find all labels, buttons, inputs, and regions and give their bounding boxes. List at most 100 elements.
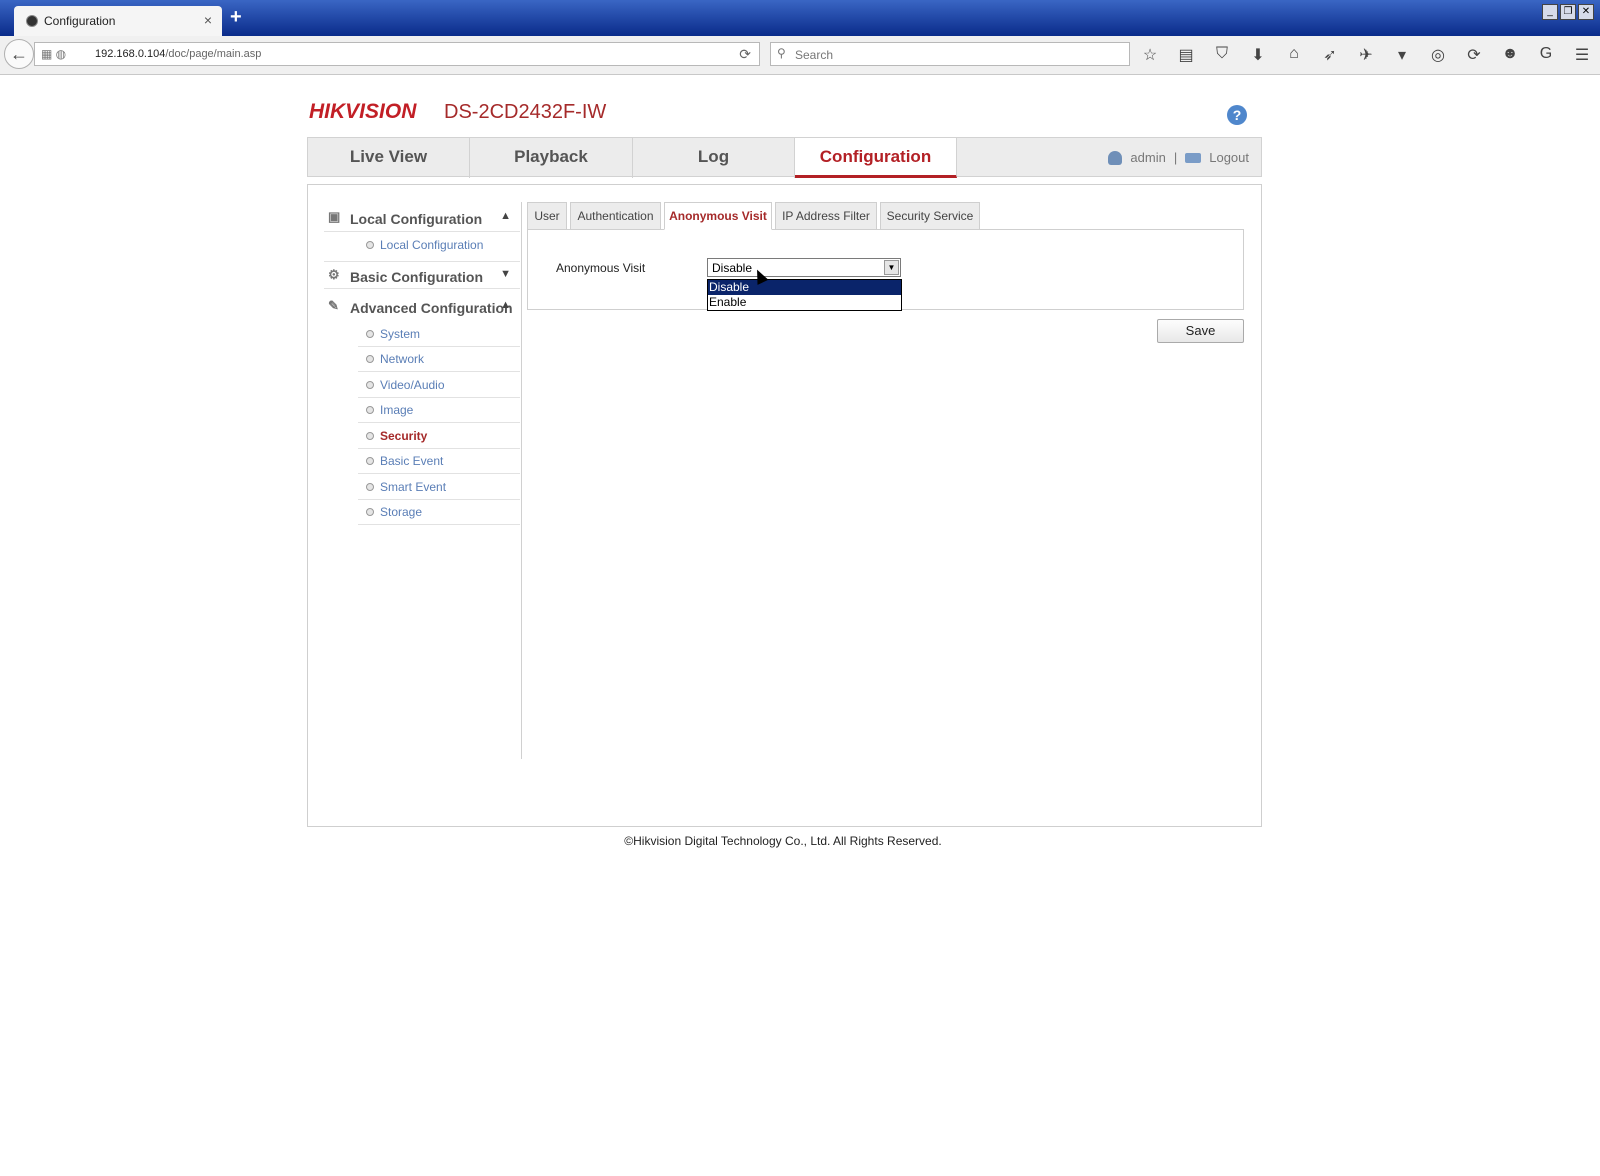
sidebar: ▣ Local Configuration ▲ Local Configurat… [324,202,522,759]
reading-list-icon[interactable]: ▤ [1176,45,1196,65]
chevron-up-icon[interactable]: ▲ [500,299,511,311]
sidebar-item-label: Image [380,403,414,417]
bookmark-star-icon[interactable]: ☆ [1140,45,1160,65]
sidebar-item-local-configuration[interactable]: Local Configuration [358,233,520,258]
sidebar-item-label: Network [380,352,425,366]
anonymous-visit-options: Disable Enable [707,279,902,311]
sidebar-item-smart-event[interactable]: Smart Event [358,475,520,500]
download-icon[interactable]: ⬇ [1248,45,1268,65]
save-button[interactable]: Save [1157,319,1244,343]
home-icon[interactable]: ⌂ [1284,45,1304,65]
tab-title: Configuration [44,14,116,28]
search-input[interactable]: ⚲ Search [770,42,1130,66]
option-enable[interactable]: Enable [708,295,901,310]
extension-drop-icon[interactable]: ◎ [1428,45,1448,65]
sidebar-item-system[interactable]: System [358,322,520,347]
close-window-button[interactable]: ✕ [1578,4,1594,20]
bullet-icon [366,483,374,491]
browser-navbar: ▦ ◍ 192.168.0.104/doc/page/main.asp ⟳ ← … [0,36,1600,75]
section-label: Local Configuration [350,211,483,227]
gear-icon: ⚙ [328,267,340,282]
sidebar-item-network[interactable]: Network [358,347,520,372]
username: admin [1130,150,1166,165]
sidebar-item-image[interactable]: Image [358,398,520,423]
sidebar-item-storage[interactable]: Storage [358,500,520,525]
anonymous-visit-select[interactable]: Disable ▼ [707,258,901,277]
sidebar-section-advanced[interactable]: ✎ Advanced Configuration ▲ [324,293,520,321]
minimize-button[interactable]: _ [1542,4,1558,20]
tab-anonymous-visit[interactable]: Anonymous Visit [664,202,772,230]
url-bar[interactable]: ▦ ◍ 192.168.0.104/doc/page/main.asp ⟳ [34,42,760,66]
pocket-icon[interactable]: ⛉ [1212,45,1232,65]
nav-log[interactable]: Log [633,138,795,178]
bullet-icon [366,355,374,363]
extension-chat-icon[interactable]: ☻ [1500,45,1520,65]
logout-icon[interactable] [1185,152,1202,163]
logout-link[interactable]: Logout [1209,150,1249,165]
chevron-down-icon[interactable]: ▼ [500,268,511,280]
dropdown-arrow-icon[interactable]: ▼ [884,260,899,275]
url-text: 192.168.0.104/doc/page/main.asp [95,48,261,60]
option-disable[interactable]: Disable [708,280,901,295]
sidebar-item-label: Security [380,429,428,443]
extension-sync-icon[interactable]: ⟳ [1464,45,1484,65]
chevron-up-icon[interactable]: ▲ [500,210,511,222]
section-label: Basic Configuration [350,269,484,285]
sidebar-item-label: Video/Audio [380,378,445,392]
search-placeholder: Search [795,48,834,62]
bullet-icon [366,508,374,516]
bullet-icon [366,432,374,440]
browser-tab[interactable]: Configuration × [14,6,222,36]
tab-user[interactable]: User [527,202,567,230]
nav-playback[interactable]: Playback [470,138,633,178]
tab-close-icon[interactable]: × [204,12,212,28]
reload-icon[interactable]: ⟳ [739,46,751,63]
main-nav: Live View Playback Log Configuration adm… [307,137,1262,178]
section-label: Advanced Configuration [350,300,513,316]
tab-ip-address-filter[interactable]: IP Address Filter [775,202,877,230]
back-button[interactable]: ← [4,39,34,69]
bullet-icon [366,241,374,249]
select-value: Disable [712,261,753,275]
sidebar-item-security[interactable]: Security [358,424,520,449]
separator: | [1173,150,1178,165]
favicon-icon [26,15,38,27]
nav-configuration[interactable]: Configuration [795,138,957,178]
tab-authentication[interactable]: Authentication [570,202,661,230]
user-icon [1108,150,1123,165]
sidebar-item-basic-event[interactable]: Basic Event [358,449,520,474]
url-host: 192.168.0.104 [95,48,166,60]
browser-titlebar: Configuration × + _ ❐ ✕ [0,0,1600,36]
device-model: DS-2CD2432F-IW [444,101,607,123]
restore-button[interactable]: ❐ [1560,4,1576,20]
bullet-icon [366,330,374,338]
toolbar-icons: ☆ ▤ ⛉ ⬇ ⌂ ➶ ✈ ▾ ◎ ⟳ ☻ G ☰ [1140,45,1592,65]
sidebar-item-video-audio[interactable]: Video/Audio [358,373,520,398]
sidebar-item-label: Storage [380,505,423,519]
monitor-icon: ▣ [328,209,341,224]
wrench-icon: ✎ [328,298,339,313]
anonymous-visit-label: Anonymous Visit [556,261,646,275]
copyright-footer: ©Hikvision Digital Technology Co., Ltd. … [624,834,942,848]
sidebar-item-label: Smart Event [380,480,447,494]
page-info-icon[interactable]: ▦ ◍ [41,47,66,61]
help-icon[interactable]: ? [1227,105,1247,125]
user-area: admin | Logout [1108,150,1249,165]
extension-translate-icon[interactable]: G [1536,45,1556,65]
menu-icon[interactable]: ☰ [1572,45,1592,65]
tab-security-service[interactable]: Security Service [880,202,980,230]
nav-live-view[interactable]: Live View [308,138,470,178]
bullet-icon [366,406,374,414]
share-icon[interactable]: ➶ [1320,45,1340,65]
extension-plane-icon[interactable]: ✈ [1356,45,1376,65]
bullet-icon [366,381,374,389]
dropdown-icon[interactable]: ▾ [1392,45,1412,65]
sidebar-item-label: Basic Event [380,454,444,468]
bullet-icon [366,457,374,465]
new-tab-button[interactable]: + [230,6,242,29]
window-controls: _ ❐ ✕ [1542,4,1594,20]
search-icon: ⚲ [777,46,786,60]
sidebar-section-basic[interactable]: ⚙ Basic Configuration ▼ [324,261,520,289]
sidebar-item-label: System [380,327,421,341]
sidebar-section-local[interactable]: ▣ Local Configuration ▲ [324,204,520,232]
